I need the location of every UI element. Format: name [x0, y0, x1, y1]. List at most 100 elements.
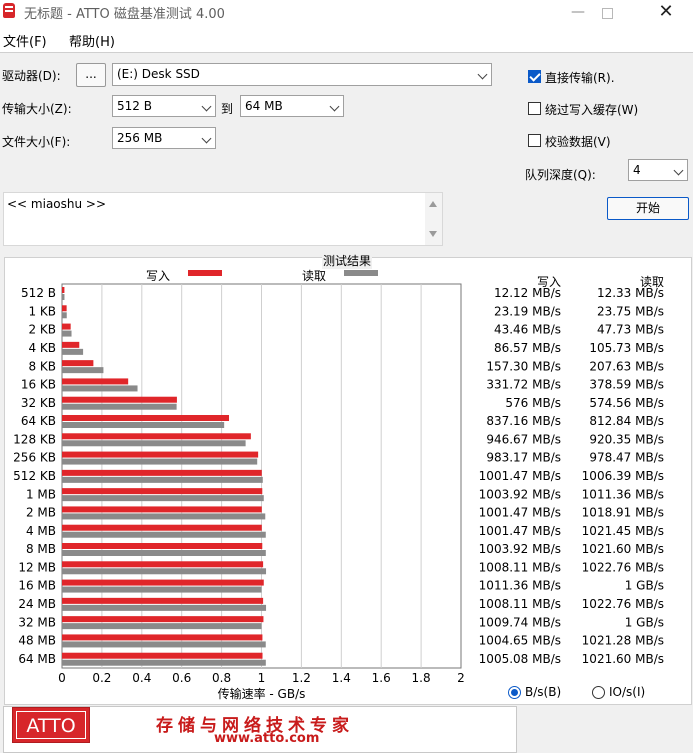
read-bar [62, 531, 266, 538]
read-bar [62, 586, 262, 593]
category-label: 4 MB [26, 524, 56, 538]
bytes-per-sec-radio[interactable] [508, 686, 521, 699]
read-value: 1022.76 MB/s [582, 560, 664, 574]
category-label: 16 MB [18, 579, 56, 593]
write-bar [62, 341, 80, 348]
legend-read-swatch [344, 270, 378, 276]
read-value: 1021.45 MB/s [582, 524, 664, 538]
read-bar [62, 513, 266, 520]
write-value: 1004.65 MB/s [479, 634, 561, 648]
x-tick-label: 0.4 [132, 671, 151, 685]
write-value: 1003.92 MB/s [479, 542, 561, 556]
write-value: 331.72 MB/s [486, 378, 561, 392]
write-value: 1011.36 MB/s [479, 579, 561, 593]
write-bar [62, 652, 263, 659]
read-value: 47.73 MB/s [597, 323, 664, 337]
legend-write-swatch [188, 270, 222, 276]
write-value: 23.19 MB/s [494, 304, 561, 318]
category-label: 16 KB [21, 378, 56, 392]
category-label: 64 MB [18, 652, 56, 666]
write-value: 1008.11 MB/s [479, 560, 561, 574]
write-value: 43.46 MB/s [494, 323, 561, 337]
write-bar [62, 579, 264, 586]
write-value: 1008.11 MB/s [479, 597, 561, 611]
x-tick-label: 1 [258, 671, 266, 685]
category-label: 1 MB [26, 487, 56, 501]
write-value: 157.30 MB/s [486, 359, 561, 373]
category-label: 256 KB [13, 451, 56, 465]
write-bar [62, 543, 263, 549]
x-tick-label: 0 [58, 671, 66, 685]
category-label: 8 MB [26, 542, 56, 556]
read-bar [62, 550, 266, 556]
category-label: 32 KB [21, 396, 56, 410]
read-value: 378.59 MB/s [589, 378, 664, 392]
x-tick-label: 0.6 [172, 671, 191, 685]
write-value: 1005.08 MB/s [479, 652, 561, 666]
bytes-per-sec-label[interactable]: B/s(B) [525, 685, 561, 699]
write-bar [62, 378, 129, 385]
read-value: 1022.76 MB/s [582, 597, 664, 611]
category-label: 4 KB [28, 341, 56, 355]
x-tick-label: 1.8 [412, 671, 431, 685]
read-value: 1 GB/s [625, 615, 664, 629]
category-label: 48 MB [18, 634, 56, 648]
read-bar [62, 623, 262, 630]
read-value: 812.84 MB/s [589, 414, 664, 428]
read-value: 1 GB/s [625, 579, 664, 593]
category-label: 2 KB [28, 323, 56, 337]
write-value: 983.17 MB/s [486, 451, 561, 465]
write-bar [62, 415, 230, 421]
io-per-sec-label[interactable]: IO/s(I) [609, 685, 645, 699]
x-axis-label: 传输速率 - GB/s [218, 686, 306, 701]
read-value: 920.35 MB/s [589, 432, 664, 446]
write-value: 12.12 MB/s [494, 286, 561, 300]
read-bar [62, 659, 266, 666]
write-bar [62, 561, 264, 568]
category-label: 64 KB [21, 414, 56, 428]
read-bar [62, 422, 225, 428]
atto-logo: ATTO [12, 707, 90, 743]
write-value: 86.57 MB/s [494, 341, 561, 355]
read-bar [62, 294, 65, 300]
x-tick-label: 0.2 [92, 671, 111, 685]
x-tick-label: 1.4 [332, 671, 351, 685]
write-value: 1003.92 MB/s [479, 487, 561, 501]
read-bar [62, 385, 138, 392]
read-bar [62, 476, 263, 483]
logo-text: ATTO [16, 711, 86, 739]
read-value: 1021.60 MB/s [582, 542, 664, 556]
read-bar [62, 604, 267, 611]
write-value: 1001.47 MB/s [479, 524, 561, 538]
x-tick-label: 0.8 [212, 671, 231, 685]
banner-url[interactable]: www.atto.com [214, 731, 319, 746]
write-bar [62, 634, 263, 641]
category-label: 512 B [21, 286, 56, 300]
read-bar [62, 495, 264, 502]
x-tick-label: 2 [457, 671, 465, 685]
read-bar [62, 367, 104, 374]
category-label: 512 KB [13, 469, 56, 483]
read-bar [62, 568, 267, 575]
write-bar [62, 451, 259, 458]
read-value: 1011.36 MB/s [582, 487, 664, 501]
write-value: 576 MB/s [505, 396, 561, 410]
read-value: 12.33 MB/s [597, 286, 664, 300]
read-value: 1021.28 MB/s [582, 634, 664, 648]
write-bar [62, 469, 262, 476]
read-value: 574.56 MB/s [589, 396, 664, 410]
read-bar [62, 312, 67, 319]
read-value: 207.63 MB/s [589, 359, 664, 373]
write-value: 1001.47 MB/s [479, 506, 561, 520]
x-tick-label: 1.6 [372, 671, 391, 685]
write-bar [62, 616, 264, 623]
io-per-sec-radio[interactable] [592, 686, 605, 699]
category-label: 12 MB [18, 560, 56, 574]
write-bar [62, 433, 251, 440]
category-label: 128 KB [13, 432, 56, 446]
write-value: 837.16 MB/s [486, 414, 561, 428]
read-value: 23.75 MB/s [597, 304, 664, 318]
write-bar [62, 360, 94, 367]
category-label: 24 MB [18, 597, 56, 611]
legend-read-label: 读取 [302, 269, 326, 283]
